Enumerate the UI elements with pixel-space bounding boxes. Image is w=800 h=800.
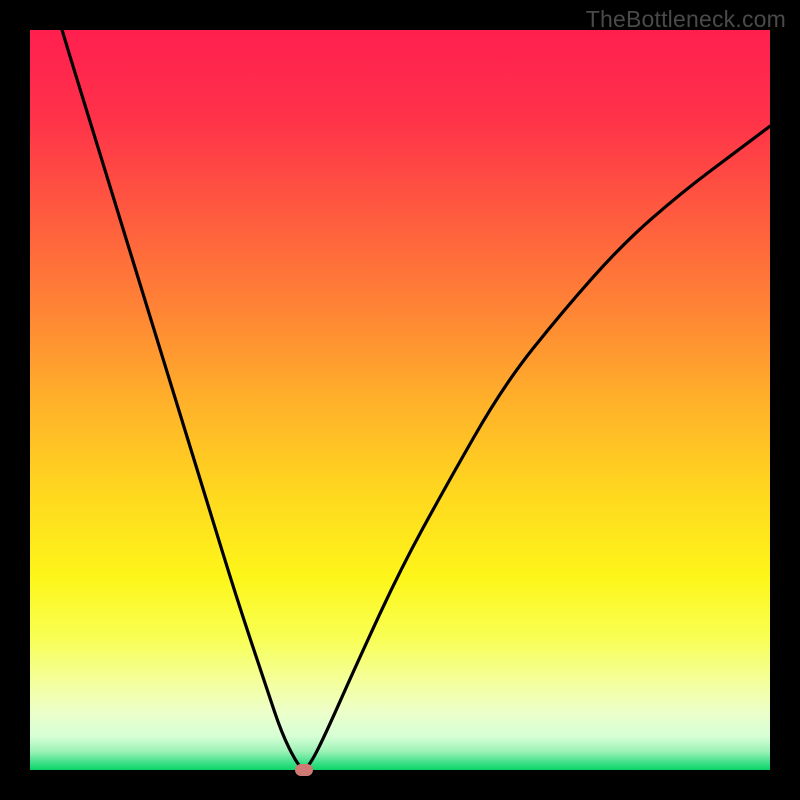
curve-layer <box>30 30 770 770</box>
optimum-marker <box>295 764 313 776</box>
plot-area <box>30 30 770 770</box>
watermark-text: TheBottleneck.com <box>586 6 786 33</box>
chart-frame: TheBottleneck.com <box>0 0 800 800</box>
bottleneck-curve <box>30 30 770 768</box>
